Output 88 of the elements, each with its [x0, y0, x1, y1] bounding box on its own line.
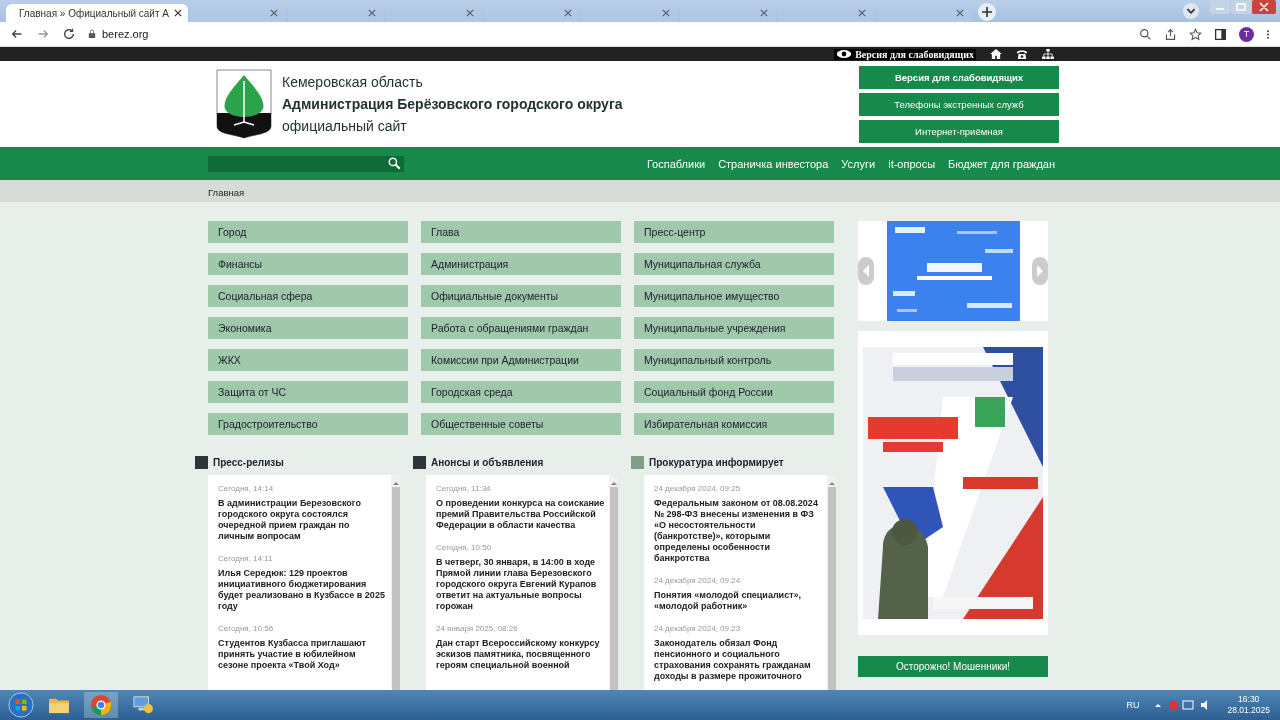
menu-item[interactable]: Общественные советы [421, 413, 621, 435]
menu-item[interactable]: Муниципальные учреждения [634, 317, 834, 339]
search-icon[interactable] [388, 157, 401, 170]
menu-item[interactable]: Комиссии при Администрации [421, 349, 621, 371]
lock-icon[interactable] [88, 29, 96, 39]
eye-icon [836, 49, 853, 59]
sitemap-icon[interactable] [1042, 49, 1054, 59]
news-link[interactable]: О проведении конкурса на соискание премий Правительства Российской Федерации в области качества [436, 498, 609, 531]
nav-link[interactable]: Госпаблики [646, 157, 706, 170]
close-icon[interactable] [173, 9, 182, 17]
scrollbar[interactable] [827, 475, 836, 690]
news-link[interactable]: Дан старт Всероссийскому конкурсу эскизов памятника, посвященного героям специальной военной [436, 638, 609, 671]
header-button[interactable]: Телефоны экстренных служб [859, 92, 1059, 116]
nav-link[interactable]: Страничка инвестора [718, 157, 829, 170]
breadcrumb-link[interactable]: Главная [208, 187, 245, 198]
search-field[interactable] [208, 155, 404, 172]
dropdown-icon[interactable] [1182, 2, 1200, 20]
menu-item[interactable]: Экономика [208, 317, 408, 339]
menu-item[interactable]: Социальная сфера [208, 285, 408, 307]
scrollbar[interactable] [391, 475, 400, 690]
menu-item[interactable]: Официальные документы [421, 285, 621, 307]
share-icon[interactable] [1164, 27, 1177, 41]
menu-item[interactable]: Защита от ЧС [208, 381, 408, 403]
news-date: Сегодня, 14:14 [218, 483, 275, 494]
menu-item[interactable]: Муниципальное имущество [634, 285, 834, 307]
home-icon[interactable] [990, 49, 1002, 59]
chrome-icon[interactable] [84, 692, 118, 718]
side-panel-icon[interactable] [1214, 27, 1227, 41]
news-link[interactable]: Илья Середюк: 129 проектов инициативного бюджетирования будет реализовано в Кузбассе в 2025 году [218, 568, 391, 612]
menu-item[interactable]: Город [208, 221, 408, 243]
news-link[interactable]: Студентов Кузбасса приглашают принять участие в юбилейном сезоне проекта «Твой Ход» [218, 638, 391, 671]
leaf-emblem-icon [216, 69, 272, 139]
menu-item[interactable]: Избирательная комиссия [634, 413, 834, 435]
scrollbar[interactable] [609, 475, 618, 690]
news-link[interactable]: Федеральным законом от 08.08.2024 № 298-ФЗ внесены изменения в ФЗ «О несостоятельности (банкротстве)», которыми определены особенности банкротства [654, 498, 827, 564]
news-link[interactable]: В администрации Березовского городского округа состоялся очередной прием граждан по личным вопросам [218, 498, 391, 542]
zoom-icon[interactable] [1139, 27, 1152, 41]
site-subtitle: официальный сайт [282, 118, 408, 134]
folder-icon[interactable] [48, 696, 70, 714]
section-title: Пресс-релизы [213, 456, 284, 468]
nav-link[interactable]: it-опросы [888, 157, 936, 170]
browser-tab[interactable]: Главная » Официальный сайт А [6, 4, 188, 22]
clock[interactable]: 16:30 28.01.2025 [1227, 694, 1270, 716]
menu-item[interactable]: Пресс-центр [634, 221, 834, 243]
news-date: 24 декабря 2024, 09:23 [654, 623, 742, 634]
news-link[interactable]: В четверг, 30 января, в 14:00 в ходе Прямой линии глава Березовского городского округа Евгений Курапов ответит на актуальные вопросы горожан [436, 557, 609, 612]
language-indicator[interactable]: RU [1126, 700, 1140, 710]
phone-icon[interactable] [1016, 49, 1028, 59]
menu-item[interactable]: Муниципальная служба [634, 253, 834, 275]
forward-icon[interactable] [36, 27, 50, 41]
news-date: Сегодня, 14:11 [218, 553, 274, 564]
menu-item[interactable]: Городская среда [421, 381, 621, 403]
menu-item[interactable]: Градостроительство [208, 413, 408, 435]
news-date: Сегодня, 10:50 [436, 542, 493, 553]
star-icon[interactable] [1189, 27, 1202, 41]
fraud-warning-button[interactable]: Осторожно! Мошенники! [858, 656, 1048, 677]
region-name: Кемеровская область [282, 74, 424, 90]
nav-link[interactable]: Услуги [841, 157, 876, 170]
news-link[interactable]: Понятия «молодой специалист», «молодой работник» [654, 590, 827, 612]
menu-item[interactable]: Муниципальный контроль [634, 349, 834, 371]
news-date: 24 декабря 2024, 09:25 [654, 483, 742, 494]
section-title: Анонсы и объявления [431, 456, 544, 468]
address-field[interactable]: berez.org [88, 24, 1127, 44]
start-button[interactable] [8, 692, 34, 718]
menu-item[interactable]: Глава [421, 221, 621, 243]
reload-icon[interactable] [62, 27, 76, 41]
news-date: 24 декабря 2024, 09:24 [654, 575, 742, 586]
news-date: Сегодня, 11:34 [436, 483, 492, 494]
header-button[interactable]: Версия для слабовидящих [859, 65, 1059, 89]
profile-avatar[interactable]: T [1239, 26, 1254, 42]
menu-item[interactable]: Администрация [421, 253, 621, 275]
new-tab-button[interactable] [978, 3, 996, 21]
news-date: 24 января 2025, 08:26 [436, 623, 519, 634]
menu-item[interactable]: Социальный фонд России [634, 381, 834, 403]
more-icon[interactable] [1266, 27, 1270, 41]
news-date: Сегодня, 10:56 [218, 623, 275, 634]
news-link[interactable]: Законодатель обязал Фонд пенсионного и социального страхования сохранять гражданам доходы в размере прожиточного [654, 638, 827, 682]
low-vision-link[interactable]: Версия для слабовидящих [834, 48, 976, 60]
back-icon[interactable] [10, 27, 24, 41]
menu-item[interactable]: Работа с обращениями граждан [421, 317, 621, 339]
menu-item[interactable]: Финансы [208, 253, 408, 275]
nav-link[interactable]: Бюджет для граждан [948, 157, 1055, 170]
header-button[interactable]: Интернет-приёмная [859, 119, 1059, 143]
site-title: Администрация Берёзовского городского округа [282, 96, 624, 112]
menu-item[interactable]: ЖКХ [208, 349, 408, 371]
window-controls-icon[interactable] [1210, 0, 1276, 16]
network-computer-icon[interactable] [132, 695, 154, 715]
section-title: Прокуратура информирует [649, 456, 784, 468]
